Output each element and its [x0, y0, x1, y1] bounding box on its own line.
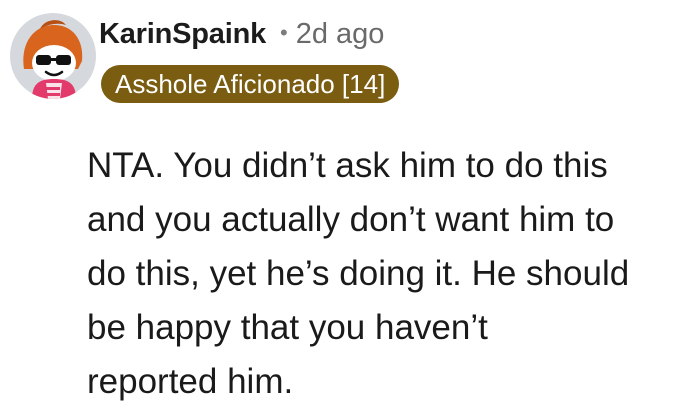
- comment-timestamp[interactable]: 2d ago: [296, 18, 385, 51]
- comment-body-line: reported him.: [87, 362, 294, 401]
- comment-header: KarinSpaink • 2d ago: [99, 14, 384, 54]
- comment-body: NTA. You didn’t ask him to do this and y…: [87, 139, 687, 409]
- comment-body-line: NTA. You didn’t ask him to do this: [87, 146, 608, 185]
- comment-body-line: and you actually don’t want him to: [87, 200, 615, 239]
- user-avatar[interactable]: [10, 13, 96, 99]
- snoo-avatar-icon: [23, 20, 83, 99]
- author-username[interactable]: KarinSpaink: [99, 18, 266, 51]
- separator-dot: •: [280, 20, 288, 45]
- comment: KarinSpaink • 2d ago Asshole Aficionado …: [0, 0, 700, 405]
- comment-body-line: be happy that you haven’t: [87, 308, 488, 347]
- comment-body-line: do this, yet he’s doing it. He should: [87, 254, 630, 293]
- user-flair-badge: Asshole Aficionado [14]: [101, 65, 400, 103]
